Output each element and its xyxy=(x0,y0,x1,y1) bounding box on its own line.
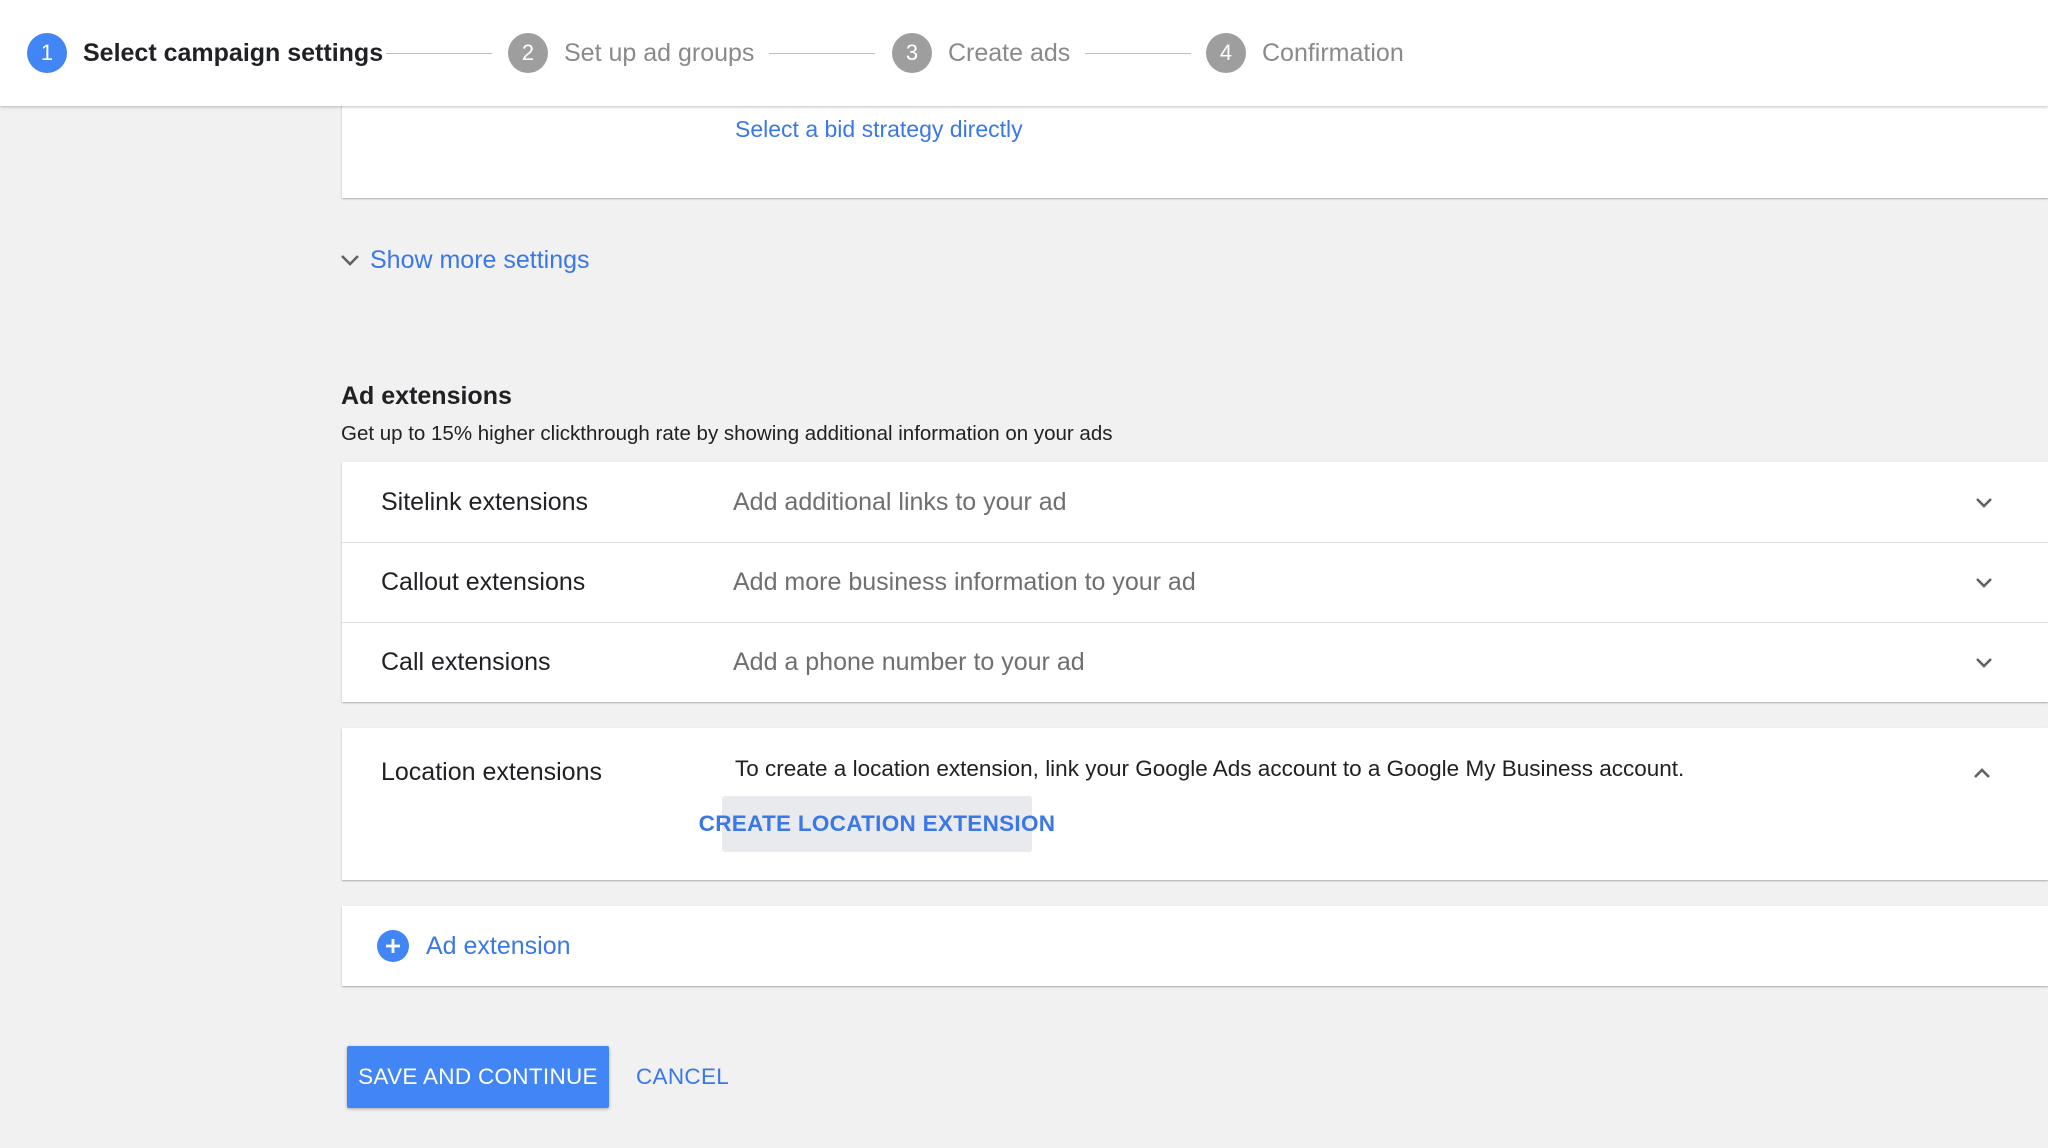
step-number-badge: 3 xyxy=(892,33,932,73)
step-label: Create ads xyxy=(948,38,1071,67)
bidding-card: Select a bid strategy directly xyxy=(342,100,2048,198)
campaign-stepper: 1 Select campaign settings 2 Set up ad g… xyxy=(0,0,2048,106)
step-connector xyxy=(769,53,875,54)
extension-description: Add more business information to your ad xyxy=(733,568,1196,596)
chevron-down-icon xyxy=(340,253,360,267)
extension-description: Add additional links to your ad xyxy=(733,488,1067,516)
step-confirmation[interactable]: 4 Confirmation xyxy=(1206,0,1404,106)
step-set-up-ad-groups[interactable]: 2 Set up ad groups xyxy=(508,0,754,106)
step-label: Select campaign settings xyxy=(83,38,384,67)
extension-name: Location extensions xyxy=(381,758,602,786)
select-bid-strategy-link[interactable]: Select a bid strategy directly xyxy=(735,116,1023,143)
callout-extensions-row[interactable]: Callout extensions Add more business inf… xyxy=(342,542,2048,623)
sitelink-extensions-row[interactable]: Sitelink extensions Add additional links… xyxy=(342,462,2048,543)
add-ad-extension-card: Ad extension xyxy=(342,906,2048,986)
add-ad-extension-label: Ad extension xyxy=(426,931,571,960)
chevron-up-icon[interactable] xyxy=(1970,762,1994,786)
chevron-down-icon[interactable] xyxy=(1972,490,1996,514)
extension-name: Sitelink extensions xyxy=(381,488,589,516)
add-ad-extension-button[interactable]: Ad extension xyxy=(377,906,571,986)
step-number-badge: 1 xyxy=(27,33,67,73)
create-location-extension-button[interactable]: CREATE LOCATION EXTENSION xyxy=(699,796,1055,852)
location-extension-message: To create a location extension, link you… xyxy=(735,756,1685,781)
chevron-down-icon[interactable] xyxy=(1972,570,1996,594)
extension-description: Add a phone number to your ad xyxy=(733,648,1085,676)
add-circle-icon xyxy=(377,930,409,962)
extension-name: Callout extensions xyxy=(381,568,586,596)
location-extensions-panel: Location extensions To create a location… xyxy=(342,728,2048,880)
step-number-badge: 2 xyxy=(508,33,548,73)
step-connector xyxy=(1085,53,1191,54)
step-label: Set up ad groups xyxy=(564,38,755,67)
extension-name: Call extensions xyxy=(381,648,551,676)
call-extensions-row[interactable]: Call extensions Add a phone number to yo… xyxy=(342,622,2048,702)
chevron-down-icon[interactable] xyxy=(1972,650,1996,674)
save-and-continue-button[interactable]: SAVE AND CONTINUE xyxy=(347,1046,609,1108)
step-select-campaign-settings[interactable]: 1 Select campaign settings xyxy=(27,0,383,106)
step-label: Confirmation xyxy=(1262,38,1404,67)
ad-extensions-subtitle: Get up to 15% higher clickthrough rate b… xyxy=(341,422,1113,445)
show-more-settings-label: Show more settings xyxy=(370,245,590,274)
step-number-badge: 4 xyxy=(1206,33,1246,73)
cancel-button[interactable]: CANCEL xyxy=(636,1046,729,1108)
step-create-ads[interactable]: 3 Create ads xyxy=(892,0,1070,106)
show-more-settings-toggle[interactable]: Show more settings xyxy=(340,242,590,278)
ad-extensions-title: Ad extensions xyxy=(341,382,512,410)
step-connector xyxy=(386,53,492,54)
ad-extensions-list: Sitelink extensions Add additional links… xyxy=(342,462,2048,702)
